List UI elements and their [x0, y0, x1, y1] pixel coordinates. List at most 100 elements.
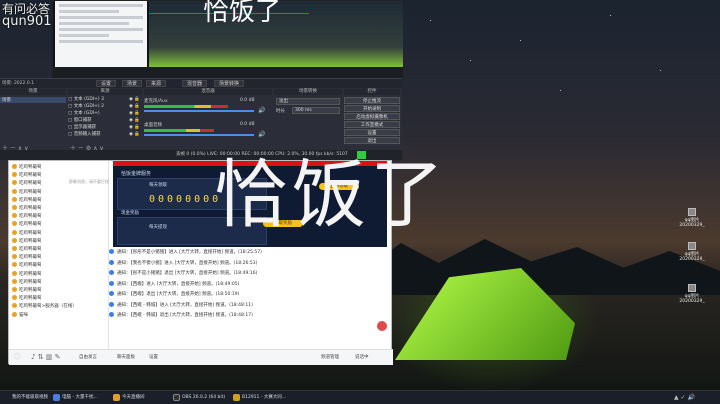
- source-row[interactable]: ▢ 文本 (GDI+) ◉ 🔒: [68, 111, 140, 117]
- chat-message: 通知：【西峨 - 韩城】退出 [大厅大转，直接开始] 频道。(18:48:17): [109, 312, 253, 320]
- app-icon: [113, 394, 120, 401]
- desktop-file-icon[interactable]: qq图片 20200329_: [672, 242, 712, 262]
- free-speak-button[interactable]: 自由发言: [79, 354, 97, 360]
- message-text: 通知：【西峨】进入 [大厅大转，直接开始] 频道。(18:49:05): [117, 281, 240, 287]
- settings-button[interactable]: 设置: [344, 129, 400, 136]
- scene-item[interactable]: 场景: [0, 97, 66, 103]
- source-row[interactable]: ▢ 文本 (GDI+) 2 ◉ 🔒: [68, 104, 140, 110]
- member-item[interactable]: 吃鸡鸭葡萄: [12, 180, 42, 187]
- exit-button[interactable]: 退出: [344, 137, 400, 144]
- volume-slider-desktop[interactable]: [144, 134, 254, 136]
- member-item[interactable]: 吃鸡鸭葡萄: [12, 278, 42, 286]
- avatar: [12, 246, 17, 251]
- member-name: 吃鸡鸭葡萄: [19, 271, 42, 277]
- member-name: 吃鸡鸭葡萄: [19, 288, 42, 293]
- message-text: 通知：【西峨 - 韩城】退出 [大厅大转，直接开始] 频道。(18:48:17): [117, 313, 253, 318]
- avatar: [12, 295, 17, 301]
- member-item[interactable]: 吃鸡鸭葡萄: [12, 164, 42, 171]
- member-item[interactable]: 吃鸡鸭葡萄: [12, 262, 42, 269]
- member-item[interactable]: 猫咪: [12, 311, 28, 319]
- obs-preview[interactable]: 恰饭了: [52, 0, 403, 79]
- member-hint: 群聊消息，请不要打扰: [69, 179, 109, 184]
- taskbar-item[interactable]: 我的不能吸取视频: [2, 392, 48, 404]
- message-text: 通知：【彤不是小猪猪】退出 [大厅大转，直接开始] 频道。(18:49:16): [117, 271, 258, 276]
- member-name: 吃鸡鸭葡萄: [19, 230, 42, 236]
- avatar: [12, 311, 17, 317]
- chat-panel-button[interactable]: 聊天面板: [117, 354, 135, 360]
- source-row[interactable]: ▢ 窗口捕获 ◉ 🔒: [68, 118, 140, 124]
- message-text: 通知：【彤彤不是小猪猪】进入 [大厅大转，直接开始] 频道。(18:25:57): [117, 250, 262, 255]
- promo-line1: 每天领取: [149, 183, 167, 188]
- tab-transitions[interactable]: 场景转换: [214, 80, 245, 87]
- member-name: 吃鸡鸭葡萄: [19, 165, 42, 170]
- member-item[interactable]: 吃鸡鸭葡萄: [12, 237, 42, 245]
- tray-icons[interactable]: ▲ ✓ 🔊: [674, 394, 695, 401]
- chat-message: 通知：【我也不傻小猪】进入 [大厅大转，直接开始] 频道。(18:26:53): [109, 259, 258, 268]
- member-name: 吃鸡鸭葡萄: [19, 255, 42, 261]
- taskbar-item[interactable]: 电脑 - 大量干扰...: [52, 392, 108, 404]
- mixer-track-level: 0.0 dB: [240, 122, 255, 127]
- member-item[interactable]: 吃鸡鸭葡萄: [12, 287, 42, 294]
- scenes-panel-header: 场景: [0, 89, 66, 95]
- avatar: [12, 180, 17, 186]
- stop-streaming-button[interactable]: 停止推流: [344, 97, 400, 104]
- speaker-icon[interactable]: 🔊: [258, 107, 265, 114]
- avatar: [12, 205, 17, 210]
- member-item[interactable]: 吃鸡鸭葡萄: [12, 229, 42, 237]
- virtual-camera-button[interactable]: 启动虚拟摄像机: [344, 113, 400, 120]
- volume-slider-mic[interactable]: [144, 110, 254, 112]
- start-recording-button[interactable]: 开始录制: [344, 105, 400, 112]
- taskbar-item[interactable]: 今天直播间: [112, 392, 168, 404]
- tab-mixer[interactable]: 混音器: [182, 80, 208, 87]
- member-name: 吃鸡鸭葡萄: [19, 173, 42, 179]
- duration-input[interactable]: 300 ms: [292, 107, 340, 114]
- member-item[interactable]: 吃鸡鸭葡萄: [12, 213, 42, 220]
- member-item[interactable]: 吃鸡鸭葡萄: [12, 196, 42, 204]
- taskbar-item[interactable]: OBS 26.0.2 (64 bit): [172, 392, 228, 404]
- controls-panel-header: 控件: [344, 89, 400, 95]
- studio-mode-button[interactable]: 工作室模式: [344, 121, 400, 128]
- member-name: 吃鸡鸭葡萄: [19, 206, 42, 211]
- tab-settings[interactable]: 设置: [96, 80, 117, 87]
- chat-message: 通知：【西峨】退出 [大厅大转，直接开始] 频道。(18:50:19): [109, 291, 239, 299]
- source-row[interactable]: ▢ 音频输入捕获 ◉ 🔒: [68, 132, 140, 138]
- desktop-file-icon[interactable]: qq图片 20200329_: [672, 284, 712, 304]
- mic-status: 说话中: [355, 355, 369, 360]
- toolbar-icons[interactable]: ♪ ⇅ ▥ ✎: [31, 353, 61, 361]
- member-list[interactable]: 吃鸡鸭葡萄 吃鸡鸭葡萄 吃鸡鸭葡萄 吃鸡鸭葡萄 吃鸡鸭葡萄 吃鸡鸭葡萄 吃鸡鸭葡萄 吃鸡鸭葡萄…: [9, 161, 109, 349]
- member-item[interactable]: 吃鸡鸭葡萄: [12, 205, 42, 212]
- speaker-icon[interactable]: 🔊: [258, 131, 265, 138]
- promo-title: 恰饭金牌服务: [121, 171, 152, 177]
- member-item[interactable]: 吃鸡鸭葡萄: [12, 295, 42, 302]
- mixer-track-label: 麦克风/Aux: [144, 99, 168, 104]
- avatar: [12, 172, 17, 178]
- member-item[interactable]: 吃鸡鸭葡萄: [12, 172, 42, 179]
- chat-message: 通知：【西峨】进入 [大厅大转，直接开始] 频道。(18:49:05): [109, 280, 240, 289]
- member-item[interactable]: 吃鸡鸭葡萄: [12, 254, 42, 261]
- taskbar-item[interactable]: B12911 - 大赛大同...: [232, 392, 292, 404]
- promo-digits: 00000000: [149, 194, 222, 205]
- member-name: 吃鸡鸭葡萄: [19, 189, 42, 195]
- tab-scenes[interactable]: 场景: [122, 80, 143, 87]
- source-row[interactable]: ▢ 文本 (GDI+) 3 ◉ 🔒: [68, 97, 140, 103]
- member-item[interactable]: 吃鸡鸭葡萄: [12, 270, 42, 278]
- promo-line2: 现金奖励: [121, 211, 139, 216]
- tab-sources[interactable]: 来源: [146, 80, 167, 87]
- transition-select[interactable]: 淡出: [276, 98, 340, 105]
- channel-manage-button[interactable]: 频道管理: [321, 354, 339, 360]
- chat-message: 通知：【西峨 - 韩城】进入 [大厅大转，直接开始] 频道。(18:48:11): [109, 301, 253, 310]
- member-item[interactable]: 吃鸡鸭葡萄: [12, 188, 42, 196]
- avatar: [12, 237, 17, 243]
- desktop-file-icon[interactable]: qq图片 20200329_: [672, 208, 712, 228]
- member-item[interactable]: 吃鸡鸭葡萄>服务器（在线）: [12, 303, 77, 310]
- member-item[interactable]: 吃鸡鸭葡萄: [12, 221, 42, 228]
- member-name: 吃鸡鸭葡萄: [19, 279, 42, 285]
- emoji-icon[interactable]: 😊: [13, 352, 21, 361]
- notice-icon: [109, 259, 114, 265]
- mic-icon[interactable]: [377, 321, 387, 331]
- settings-button[interactable]: 设置: [149, 354, 158, 360]
- member-item[interactable]: 吃鸡鸭葡萄: [12, 246, 42, 253]
- message-text: 通知：【我也不傻小猪】进入 [大厅大转，直接开始] 频道。(18:26:53): [117, 260, 258, 266]
- source-row[interactable]: ▢ 显示器捕获 ◉ 🔒: [68, 125, 140, 131]
- notice-icon: [109, 312, 114, 317]
